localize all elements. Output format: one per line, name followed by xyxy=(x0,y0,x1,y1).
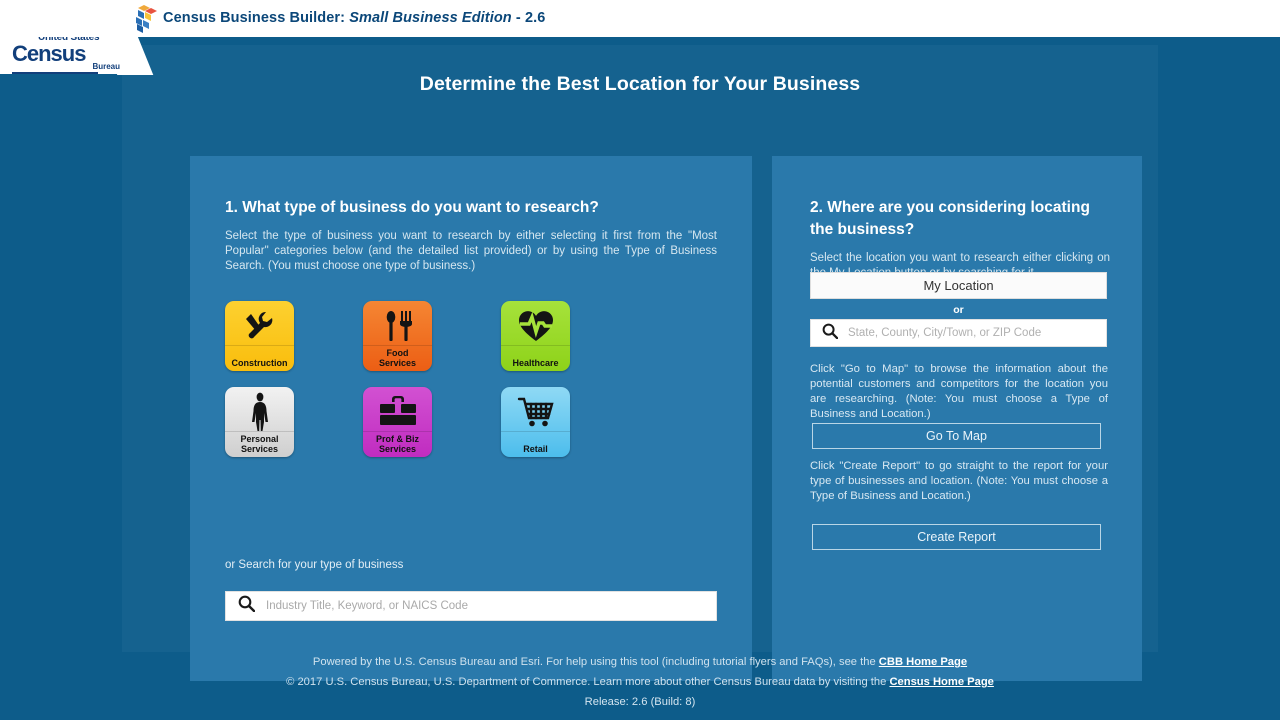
create-report-button[interactable]: Create Report xyxy=(812,524,1101,550)
tile-separator xyxy=(501,431,570,432)
business-type-panel-header: 1. What type of business do you want to … xyxy=(225,197,717,274)
tile-separator xyxy=(225,345,294,346)
census-logo-rule xyxy=(12,72,98,74)
category-label-personal-services: Personal Services xyxy=(240,434,279,454)
category-tile-row: Construction Food Services Healthcare xyxy=(225,301,717,371)
or-divider: or xyxy=(953,304,964,316)
category-tile-food-services[interactable]: Food Services xyxy=(363,301,432,371)
location-heading: 2. Where are you considering locating th… xyxy=(810,199,1090,238)
cbb-cubes-icon xyxy=(131,4,159,34)
page-title: Determine the Best Location for Your Bus… xyxy=(419,73,861,95)
tile-gap xyxy=(294,387,363,457)
tile-separator xyxy=(225,431,294,432)
category-tile-retail[interactable]: Retail xyxy=(501,387,570,457)
footer-line-2-text: © 2017 U.S. Census Bureau, U.S. Departme… xyxy=(286,676,890,688)
create-report-hint: Click "Create Report" to go straight to … xyxy=(810,460,1108,502)
my-location-button[interactable]: My Location xyxy=(810,272,1107,299)
app-header: Census Business Builder: Small Business … xyxy=(0,0,1280,37)
app-title-version: - 2.6 xyxy=(511,10,546,26)
census-home-page-link[interactable]: Census Home Page xyxy=(889,676,993,688)
category-label-healthcare: Healthcare xyxy=(512,358,559,368)
go-to-map-button[interactable]: Go To Map xyxy=(812,423,1101,449)
footer-line-1: Powered by the U.S. Census Bureau and Es… xyxy=(0,652,1280,672)
category-label-food-services: Food Services xyxy=(378,348,417,368)
category-tiles: Construction Food Services Healthcare Pe… xyxy=(225,301,717,473)
business-search-label: or Search for your type of business xyxy=(225,559,404,571)
category-tile-personal-services[interactable]: Personal Services xyxy=(225,387,294,457)
tile-separator xyxy=(501,345,570,346)
app-title: Census Business Builder: Small Business … xyxy=(163,10,545,26)
location-panel: 2. Where are you considering locating th… xyxy=(772,156,1142,681)
business-type-description: Select the type of business you want to … xyxy=(225,230,717,272)
tile-gap xyxy=(294,301,363,371)
census-logo-line2: Census xyxy=(12,41,86,66)
footer-release: Release: 2.6 (Build: 8) xyxy=(584,696,696,708)
category-tile-healthcare[interactable]: Healthcare xyxy=(501,301,570,371)
category-tile-row: Personal Services Prof & Biz Services Re… xyxy=(225,387,717,457)
business-search-box[interactable] xyxy=(225,591,717,621)
app-title-edition: Small Business Edition xyxy=(349,10,512,26)
business-search-input[interactable] xyxy=(264,599,716,613)
tile-separator xyxy=(363,431,432,432)
business-type-panel: 1. What type of business do you want to … xyxy=(190,156,752,681)
hammer-wrench-icon xyxy=(225,304,294,348)
app-title-prefix: Census Business Builder: xyxy=(163,10,350,26)
tile-separator xyxy=(363,345,432,346)
page-body: Determine the Best Location for Your Bus… xyxy=(0,37,1280,720)
tile-gap xyxy=(432,301,501,371)
location-panel-header: 2. Where are you considering locating th… xyxy=(810,197,1110,281)
business-type-heading: 1. What type of business do you want to … xyxy=(225,199,599,216)
category-tile-construction[interactable]: Construction xyxy=(225,301,294,371)
search-icon xyxy=(238,595,256,617)
spoon-fork-icon xyxy=(363,304,432,348)
category-label-prof-biz-services: Prof & Biz Services xyxy=(375,434,419,454)
location-search-box[interactable] xyxy=(810,319,1107,347)
cbb-home-page-link[interactable]: CBB Home Page xyxy=(879,656,967,668)
category-label-retail: Retail xyxy=(523,444,548,454)
tile-gap xyxy=(432,387,501,457)
shopping-cart-icon xyxy=(501,390,570,434)
census-bureau-logo[interactable]: United States Census Bureau xyxy=(12,33,122,74)
footer-line-2: © 2017 U.S. Census Bureau, U.S. Departme… xyxy=(0,672,1280,692)
footer-line-1-text: Powered by the U.S. Census Bureau and Es… xyxy=(312,656,879,668)
content-container: Determine the Best Location for Your Bus… xyxy=(122,45,1158,681)
category-label-construction: Construction xyxy=(231,358,288,368)
footer: Powered by the U.S. Census Bureau and Es… xyxy=(0,652,1280,712)
go-to-map-hint: Click "Go to Map" to browse the informat… xyxy=(810,363,1108,420)
person-icon xyxy=(225,390,294,434)
heart-pulse-icon xyxy=(501,304,570,348)
search-icon xyxy=(822,323,839,344)
category-tile-prof-biz-services[interactable]: Prof & Biz Services xyxy=(363,387,432,457)
location-search-input[interactable] xyxy=(846,326,1106,340)
briefcase-icon xyxy=(363,390,432,434)
